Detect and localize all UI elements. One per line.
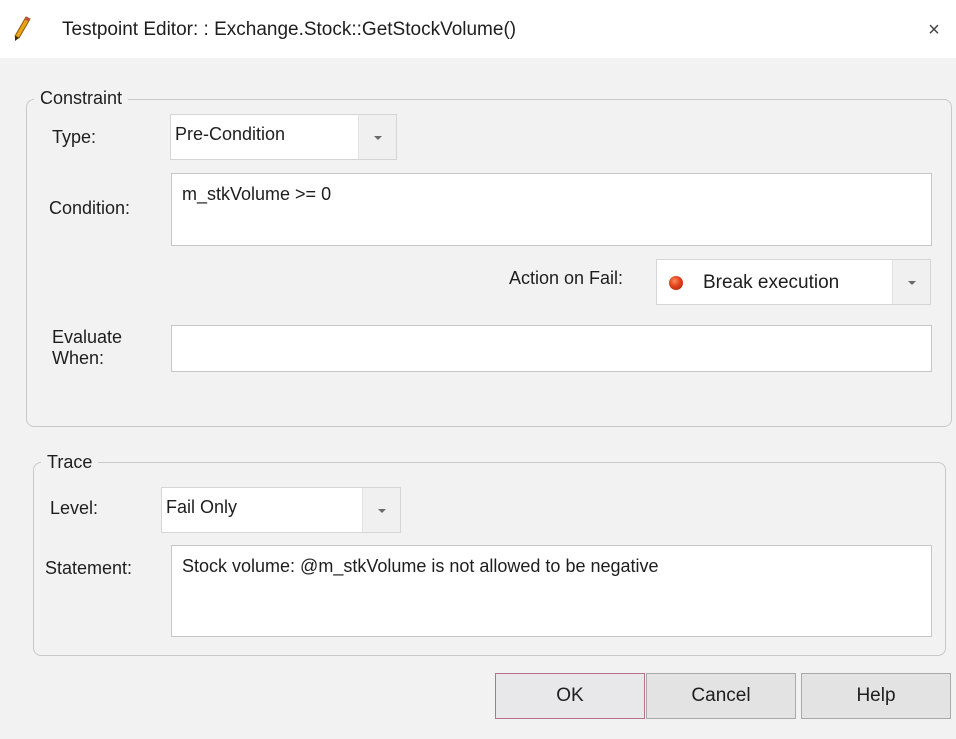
evaluate-when-input[interactable]: [171, 325, 932, 372]
evaluate-when-label-line1: Evaluate: [52, 327, 123, 347]
type-dropdown[interactable]: Pre-Condition: [170, 114, 397, 160]
chevron-down-icon[interactable]: [892, 260, 930, 304]
pencil-icon: [14, 16, 31, 41]
cancel-button[interactable]: Cancel: [646, 673, 796, 719]
condition-label: Condition:: [49, 198, 131, 218]
action-on-fail-label: Action on Fail:: [509, 268, 624, 288]
close-button[interactable]: ×: [920, 16, 948, 44]
constraint-group-title: Constraint: [34, 87, 129, 109]
level-dropdown[interactable]: Fail Only: [161, 487, 401, 533]
evaluate-when-label: Evaluate When:: [52, 327, 122, 369]
type-dropdown-value: Pre-Condition: [171, 115, 358, 159]
stop-icon: [669, 276, 683, 290]
statement-label: Statement:: [45, 558, 133, 578]
condition-input[interactable]: m_stkVolume >= 0: [171, 173, 932, 246]
action-on-fail-value-area: Break execution: [657, 260, 892, 304]
type-label: Type:: [52, 127, 97, 147]
evaluate-when-label-line2: When:: [52, 348, 105, 368]
level-dropdown-value: Fail Only: [162, 488, 360, 532]
title-bar: Testpoint Editor: : Exchange.Stock::GetS…: [0, 0, 956, 58]
action-on-fail-value: Break execution: [703, 272, 840, 293]
level-label: Level:: [50, 498, 99, 518]
trace-group-title: Trace: [41, 451, 99, 473]
chevron-down-icon[interactable]: [358, 115, 396, 159]
window-title: Testpoint Editor: : Exchange.Stock::GetS…: [62, 19, 517, 40]
ok-button[interactable]: OK: [495, 673, 645, 719]
chevron-down-icon[interactable]: [362, 488, 400, 532]
help-button[interactable]: Help: [801, 673, 951, 719]
statement-input[interactable]: Stock volume: @m_stkVolume is not allowe…: [171, 545, 932, 637]
action-on-fail-dropdown[interactable]: Break execution: [656, 259, 931, 305]
